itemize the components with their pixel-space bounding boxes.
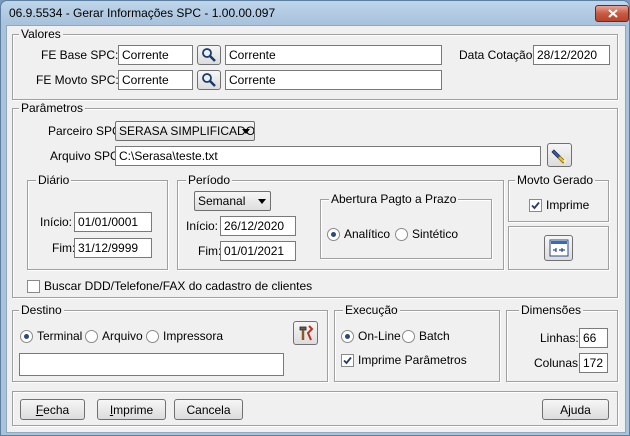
arquivo-radio[interactable] — [85, 330, 98, 343]
diario-fim-field[interactable]: 31/12/9999 — [74, 238, 152, 258]
fe-base-code-field[interactable]: Corrente — [118, 45, 193, 65]
analitico-radio[interactable] — [327, 228, 340, 241]
parametros-group: Parâmetros Parceiro SPC: SERASA SIMPLIFI… — [12, 101, 618, 298]
analitico-label[interactable]: Analítico — [344, 227, 390, 241]
colunas-label: Colunas: — [534, 356, 582, 370]
destino-legend: Destino — [19, 303, 64, 317]
diario-fim-label: Fim: — [52, 241, 76, 255]
fe-movto-zoom-button[interactable] — [197, 70, 221, 90]
fe-base-zoom-button[interactable] — [197, 45, 221, 65]
config-group — [508, 226, 609, 270]
arquivo-label[interactable]: Arquivo — [102, 329, 143, 343]
periodo-tipo-value: Semanal — [198, 194, 246, 208]
imprime-parametros-label[interactable]: Imprime Parâmetros — [358, 353, 467, 367]
parametros-legend: Parâmetros — [19, 101, 86, 115]
magnifier-icon — [202, 48, 216, 62]
check-icon — [531, 201, 540, 210]
fe-movto-label: FE Movto SPC: — [36, 73, 119, 87]
fecha-button[interactable]: Fecha — [20, 399, 85, 420]
periodo-inicio-label: Início: — [186, 219, 219, 233]
colunas-field[interactable]: 172 — [579, 353, 608, 373]
terminal-radio[interactable] — [20, 330, 33, 343]
imprime-button[interactable]: Imprime — [97, 399, 166, 420]
execucao-legend: Execução — [343, 303, 400, 317]
periodo-fim-field[interactable]: 01/01/2021 — [220, 241, 296, 261]
valores-legend: Valores — [19, 27, 63, 41]
magnifier-icon — [202, 73, 216, 87]
data-cotacao-label: Data Cotação: — [459, 48, 536, 62]
valores-group: Valores FE Base SPC: Corrente Corrente D… — [12, 27, 618, 100]
periodo-legend: Período — [186, 173, 233, 187]
dialog-client: Valores FE Base SPC: Corrente Corrente D… — [6, 25, 626, 433]
title-bar[interactable]: 06.9.5534 - Gerar Informações SPC - 1.00… — [1, 1, 629, 25]
movto-gerado-group: Movto Gerado Imprime — [508, 173, 609, 222]
fe-base-label: FE Base SPC: — [41, 48, 119, 62]
execucao-group: Execução On-Line Batch Imprime Parâmetro… — [334, 303, 500, 382]
destino-tools-button[interactable] — [293, 321, 318, 345]
hammer-icon — [299, 325, 314, 341]
close-button[interactable] — [595, 5, 629, 22]
parceiro-spc-value: SERASA SIMPLIFICADO — [119, 124, 255, 138]
arquivo-browse-button[interactable] — [547, 143, 572, 167]
dimensoes-legend: Dimensões — [519, 303, 584, 317]
diario-inicio-field[interactable]: 01/01/0001 — [74, 212, 152, 232]
impressora-label[interactable]: Impressora — [163, 329, 223, 343]
fecha-label: echa — [43, 403, 70, 417]
parceiro-spc-label: Parceiro SPC: — [48, 124, 125, 138]
chevron-down-icon — [258, 199, 266, 204]
impressora-radio[interactable] — [146, 330, 159, 343]
abertura-group: Abertura Pagto a Prazo Analítico Sintéti… — [320, 192, 492, 259]
linhas-label: Linhas: — [540, 331, 579, 345]
online-radio[interactable] — [341, 330, 354, 343]
batch-radio[interactable] — [402, 330, 415, 343]
close-icon — [608, 9, 618, 18]
terminal-label[interactable]: Terminal — [37, 329, 82, 343]
parceiro-spc-select[interactable]: SERASA SIMPLIFICADO — [115, 121, 255, 141]
dialog-window: 06.9.5534 - Gerar Informações SPC - 1.00… — [0, 0, 630, 436]
sintetico-label[interactable]: Sintético — [412, 227, 458, 241]
online-label[interactable]: On-Line — [358, 329, 401, 343]
window-title: 06.9.5534 - Gerar Informações SPC - 1.00… — [9, 6, 276, 20]
periodo-inicio-field[interactable]: 26/12/2020 — [220, 216, 296, 236]
ajuda-button[interactable]: Ajuda — [542, 399, 609, 420]
diario-legend: Diário — [36, 173, 72, 187]
periodo-group: Período Semanal Início: 26/12/2020 Fim: … — [177, 173, 504, 270]
imprime-label: mprime — [113, 403, 154, 417]
imprime-parametros-checkbox[interactable] — [341, 354, 354, 367]
fe-movto-code-field[interactable]: Corrente — [118, 70, 193, 90]
batch-label[interactable]: Batch — [419, 329, 450, 343]
footer-bar: Fecha Imprime Cancela Ajuda — [12, 391, 618, 426]
buscar-ddd-checkbox[interactable] — [27, 280, 40, 293]
destino-group: Destino Terminal Arquivo Impressora — [12, 303, 328, 382]
data-cotacao-field[interactable]: 28/12/2020 — [533, 45, 610, 65]
config-icon — [549, 239, 569, 257]
sintetico-radio[interactable] — [395, 228, 408, 241]
movto-imprime-label[interactable]: Imprime — [546, 198, 589, 212]
config-button[interactable] — [544, 235, 573, 261]
flashlight-icon — [551, 149, 567, 164]
movto-gerado-legend: Movto Gerado — [515, 173, 596, 187]
movto-imprime-checkbox[interactable] — [529, 199, 542, 212]
linhas-field[interactable]: 66 — [579, 328, 608, 348]
chevron-down-icon — [242, 129, 250, 134]
diario-inicio-label: Início: — [40, 215, 73, 229]
abertura-legend: Abertura Pagto a Prazo — [329, 192, 459, 206]
arquivo-spc-label: Arquivo SPC: — [50, 149, 123, 163]
check-icon — [343, 356, 352, 365]
fe-base-desc-field[interactable]: Corrente — [225, 45, 442, 65]
diario-group: Diário Início: 01/01/0001 Fim: 31/12/999… — [27, 173, 168, 270]
destino-path-field[interactable] — [19, 353, 284, 376]
buscar-ddd-label[interactable]: Buscar DDD/Telefone/FAX do cadastro de c… — [44, 279, 312, 293]
fe-movto-desc-field[interactable]: Corrente — [225, 70, 442, 90]
arquivo-spc-field[interactable]: C:\Serasa\teste.txt — [115, 146, 541, 166]
dimensoes-group: Dimensões Linhas: 66 Colunas: 172 — [506, 303, 618, 382]
cancela-button[interactable]: Cancela — [174, 399, 243, 420]
periodo-fim-label: Fim: — [198, 244, 222, 258]
periodo-tipo-select[interactable]: Semanal — [194, 191, 271, 211]
